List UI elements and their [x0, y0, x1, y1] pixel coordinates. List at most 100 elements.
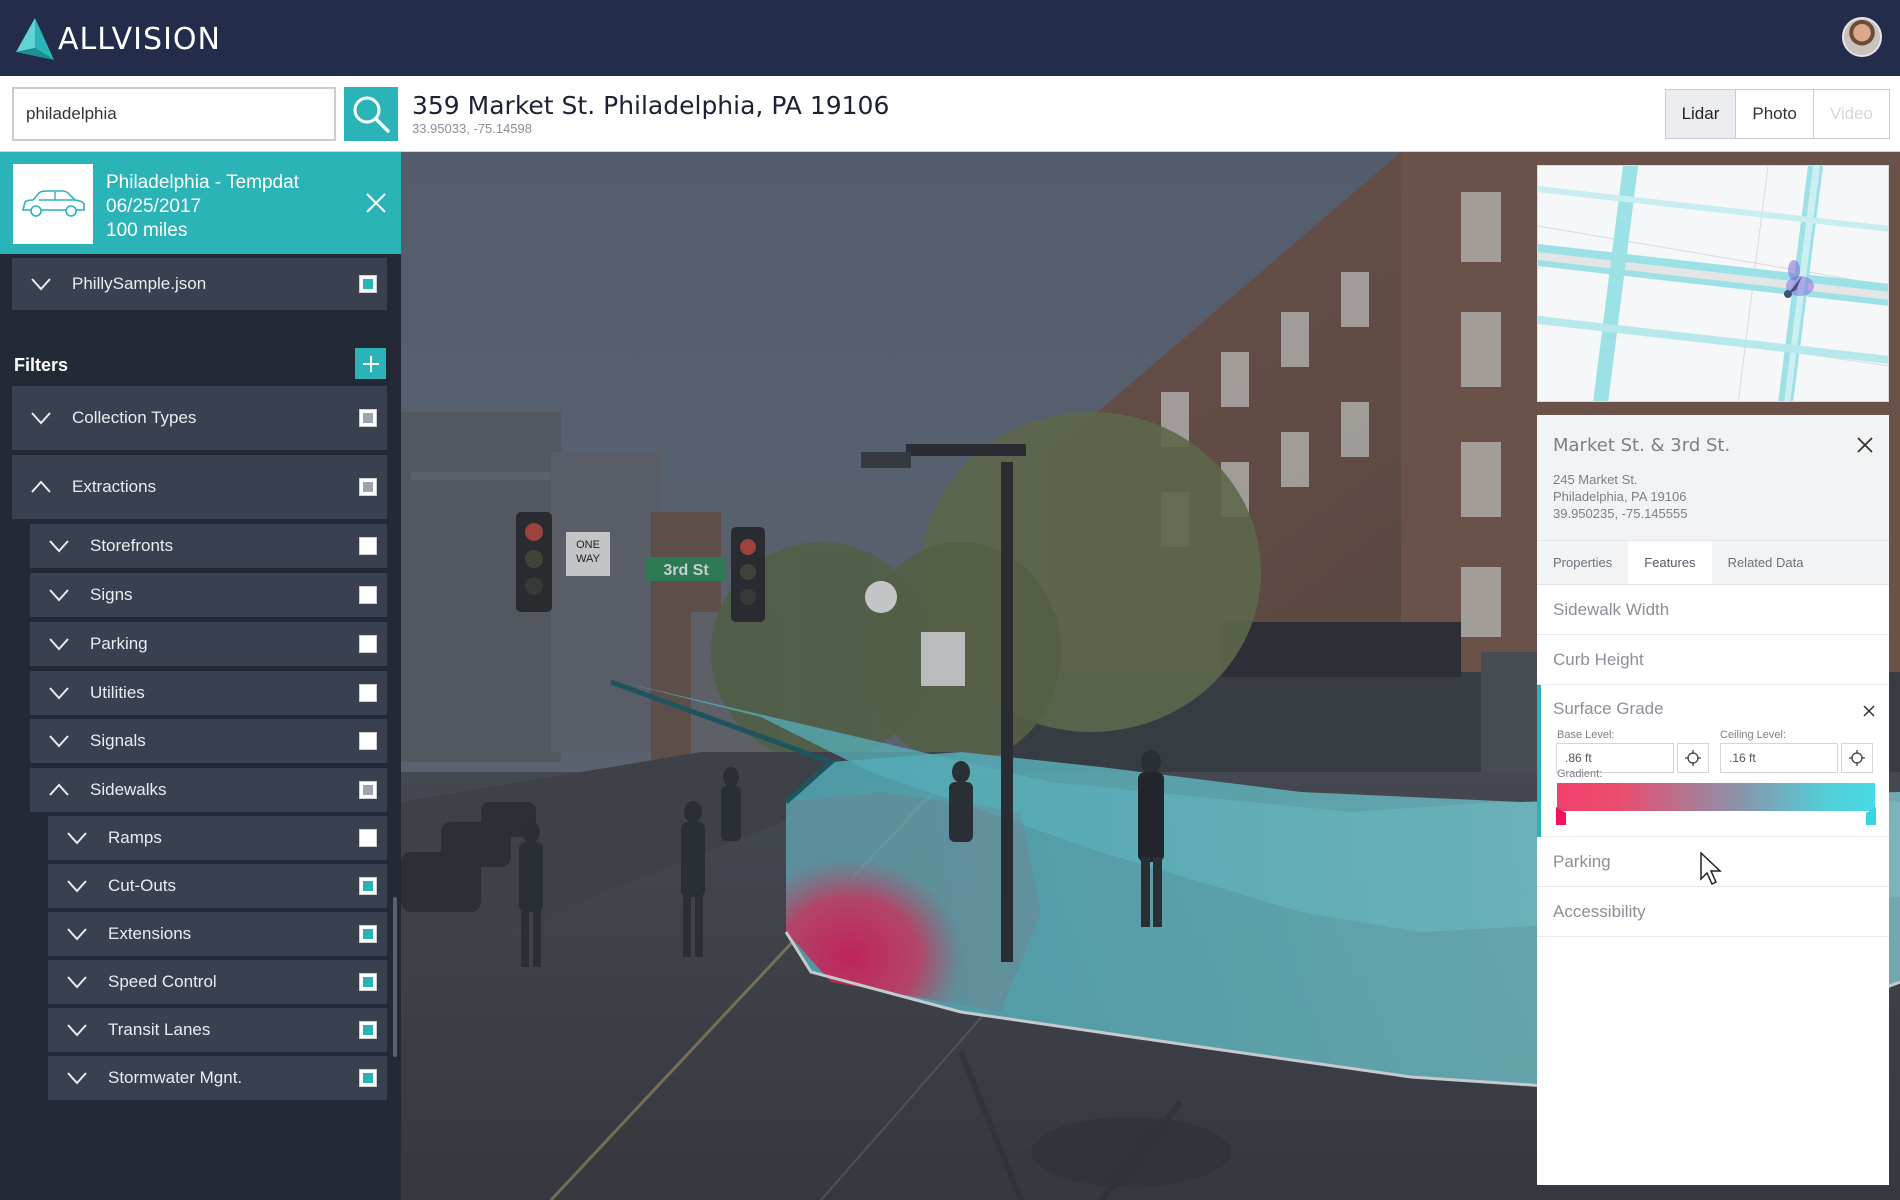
filter-label: Transit Lanes [108, 1020, 211, 1039]
filter-checkbox[interactable] [359, 925, 377, 943]
filter-checkbox[interactable] [359, 877, 377, 895]
chevron-down-icon[interactable] [66, 927, 88, 941]
filter-utilities[interactable]: Utilities [30, 671, 387, 715]
filter-label: Stormwater Mgnt. [108, 1068, 243, 1087]
chevron-down-icon[interactable] [30, 277, 52, 291]
filter-checkbox[interactable] [359, 1021, 377, 1039]
filter-label: Parking [90, 634, 148, 653]
sidebar-scrollbar[interactable] [393, 897, 397, 1057]
dataset-card[interactable]: Philadelphia - Tempdat 06/25/2017 100 mi… [0, 152, 401, 254]
chevron-down-icon[interactable] [66, 1071, 88, 1085]
gradient-end-handle[interactable] [1866, 807, 1876, 825]
close-icon[interactable] [365, 192, 387, 214]
filter-checkbox[interactable] [359, 537, 377, 555]
filter-checkbox[interactable] [359, 973, 377, 991]
filter-ramps[interactable]: Ramps [48, 816, 387, 860]
surface-grade-label[interactable]: Surface Grade [1553, 699, 1664, 719]
filters-title: Filters [14, 355, 69, 375]
location-coords: 33.95033, -75.14598 [412, 121, 532, 136]
crosshair-icon [1685, 750, 1701, 766]
feature-curb-height[interactable]: Curb Height [1537, 635, 1889, 685]
add-filter-button[interactable] [355, 348, 386, 379]
panel-header: Market St. & 3rd St. 245 Market St. Phil… [1537, 415, 1889, 541]
address-line-2: Philadelphia, PA 19106 [1553, 489, 1687, 504]
tab-related-data[interactable]: Related Data [1712, 541, 1820, 584]
feature-sidewalk-width[interactable]: Sidewalk Width [1537, 585, 1889, 635]
filter-label: Cut-Outs [108, 876, 177, 895]
filter-checkbox[interactable] [359, 1069, 377, 1087]
search-icon [353, 96, 390, 133]
ceiling-level-pick-button[interactable] [1841, 743, 1873, 773]
checkbox-fill [363, 881, 373, 891]
address-coords: 39.950235, -75.145555 [1553, 506, 1688, 521]
mode-video-button[interactable]: Video [1813, 90, 1889, 138]
chevron-down-icon[interactable] [48, 637, 70, 651]
filter-sidewalks[interactable]: Sidewalks [30, 768, 387, 812]
app-name: ALLVISION [58, 21, 221, 57]
mode-photo-button[interactable]: Photo [1736, 90, 1814, 138]
dataset-file-label: PhillySample.json [72, 274, 207, 293]
tab-properties[interactable]: Properties [1537, 541, 1628, 584]
left-sidebar: Philadelphia - Tempdat 06/25/2017 100 mi… [0, 152, 401, 1200]
feature-surface-grade: Surface Grade Base Level: Ceiling Level:… [1537, 685, 1889, 837]
user-avatar[interactable] [1842, 17, 1882, 57]
allvision-logo[interactable]: ALLVISION [16, 18, 221, 60]
filter-extractions[interactable]: Extractions [12, 455, 387, 519]
filter-extensions[interactable]: Extensions [48, 912, 387, 956]
chevron-down-icon[interactable] [48, 734, 70, 748]
filter-transit-lanes[interactable]: Transit Lanes [48, 1008, 387, 1052]
ceiling-level-input[interactable] [1720, 743, 1838, 773]
filter-speed-control[interactable]: Speed Control [48, 960, 387, 1004]
dataset-file-checkbox[interactable] [359, 275, 377, 293]
filter-checkbox[interactable] [359, 781, 377, 799]
chevron-down-icon[interactable] [48, 686, 70, 700]
panel-title: Market St. & 3rd St. [1553, 435, 1731, 456]
gradient-start-handle[interactable] [1556, 807, 1566, 825]
search-button[interactable] [344, 87, 398, 141]
chevron-down-icon[interactable] [30, 411, 52, 425]
filter-stormwater-mgnt[interactable]: Stormwater Mgnt. [48, 1056, 387, 1100]
minimap-canvas [1538, 166, 1888, 401]
filter-label: Extensions [108, 924, 192, 943]
chevron-down-icon[interactable] [66, 1023, 88, 1037]
close-icon[interactable] [1863, 705, 1875, 717]
checkbox-fill [363, 1073, 373, 1083]
checkbox-fill [363, 413, 373, 423]
dataset-file-row[interactable]: PhillySample.json [12, 258, 387, 310]
filter-checkbox[interactable] [359, 732, 377, 750]
panel-tabs: Properties Features Related Data [1537, 541, 1889, 585]
chevron-down-icon[interactable] [66, 975, 88, 989]
filter-label: Sidewalks [90, 780, 167, 799]
filter-checkbox[interactable] [359, 409, 377, 427]
dataset-distance: 100 miles [106, 220, 188, 241]
feature-accessibility[interactable]: Accessibility [1537, 887, 1889, 937]
chevron-down-icon[interactable] [66, 879, 88, 893]
chevron-down-icon[interactable] [48, 588, 70, 602]
close-icon[interactable] [1857, 437, 1873, 453]
filter-signals[interactable]: Signals [30, 719, 387, 763]
gradient-bar[interactable] [1557, 783, 1875, 811]
filter-parking[interactable]: Parking [30, 622, 387, 666]
chevron-up-icon[interactable] [48, 783, 70, 797]
minimap[interactable] [1537, 165, 1889, 402]
filter-label: Signs [90, 585, 133, 604]
filter-signs[interactable]: Signs [30, 573, 387, 617]
filter-checkbox[interactable] [359, 829, 377, 847]
filter-storefronts[interactable]: Storefronts [30, 524, 387, 568]
filter-checkbox[interactable] [359, 635, 377, 653]
detail-panel: Market St. & 3rd St. 245 Market St. Phil… [1537, 415, 1889, 1185]
ceiling-level-label: Ceiling Level: [1720, 729, 1787, 741]
filter-checkbox[interactable] [359, 478, 377, 496]
chevron-down-icon[interactable] [66, 831, 88, 845]
tab-features[interactable]: Features [1628, 541, 1712, 584]
filter-collection-types[interactable]: Collection Types [12, 386, 387, 450]
base-level-pick-button[interactable] [1677, 743, 1709, 773]
checkbox-fill [363, 785, 373, 795]
chevron-up-icon[interactable] [30, 480, 52, 494]
chevron-down-icon[interactable] [48, 539, 70, 553]
mode-lidar-button[interactable]: Lidar [1665, 90, 1737, 138]
search-input[interactable] [12, 87, 336, 141]
filter-cut-outs[interactable]: Cut-Outs [48, 864, 387, 908]
filter-checkbox[interactable] [359, 586, 377, 604]
filter-checkbox[interactable] [359, 684, 377, 702]
